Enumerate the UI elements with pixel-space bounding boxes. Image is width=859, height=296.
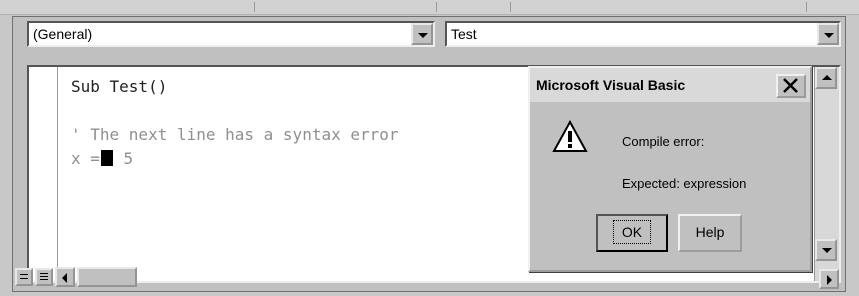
code-line-3-start: x =: [71, 149, 100, 168]
text-caret: [100, 150, 113, 166]
object-dropdown[interactable]: (General): [27, 21, 435, 47]
procedure-dropdown-value: Test: [451, 26, 477, 42]
code-line-1: Sub Test(): [71, 77, 168, 96]
code-line-3-end: 5: [113, 149, 134, 168]
arrow-down-icon: [822, 248, 832, 253]
object-dropdown-button[interactable]: [411, 23, 433, 45]
compile-error-dialog: Microsoft Visual Basic Compile error: Ex…: [528, 66, 812, 272]
code-line-3: x = 5: [71, 149, 133, 168]
help-button[interactable]: Help: [678, 214, 742, 252]
close-icon: [783, 78, 798, 93]
horizontal-scroll-thumb[interactable]: [77, 267, 137, 287]
arrow-left-icon: [62, 273, 67, 283]
procedure-dropdown-button[interactable]: [817, 23, 839, 45]
ok-button[interactable]: OK: [596, 214, 668, 252]
scroll-right-button[interactable]: [819, 269, 839, 289]
vertical-scrollbar[interactable]: [814, 67, 839, 281]
scroll-left-button[interactable]: [55, 267, 75, 287]
dialog-titlebar[interactable]: Microsoft Visual Basic: [530, 68, 810, 102]
scroll-up-button[interactable]: [815, 67, 837, 89]
error-message-detail: Expected: expression: [622, 176, 747, 191]
code-line-2-comment: ' The next line has a syntax error: [71, 125, 399, 144]
full-module-view-button[interactable]: [35, 268, 53, 286]
chevron-down-icon: [824, 33, 834, 38]
arrow-up-icon: [822, 75, 832, 80]
dialog-close-button[interactable]: [776, 74, 806, 98]
object-dropdown-value: (General): [33, 26, 93, 42]
chevron-down-icon: [418, 33, 428, 38]
error-message-title: Compile error:: [622, 134, 705, 149]
arrow-right-icon: [827, 275, 832, 285]
procedure-dropdown[interactable]: Test: [445, 21, 841, 47]
indicator-margin: [29, 67, 58, 281]
scroll-down-button[interactable]: [815, 239, 837, 261]
procedure-view-button[interactable]: [15, 268, 33, 286]
top-ruler: [0, 0, 859, 15]
dialog-title: Microsoft Visual Basic: [536, 77, 686, 93]
ok-button-label: OK: [612, 220, 652, 244]
warning-icon: [552, 120, 588, 152]
